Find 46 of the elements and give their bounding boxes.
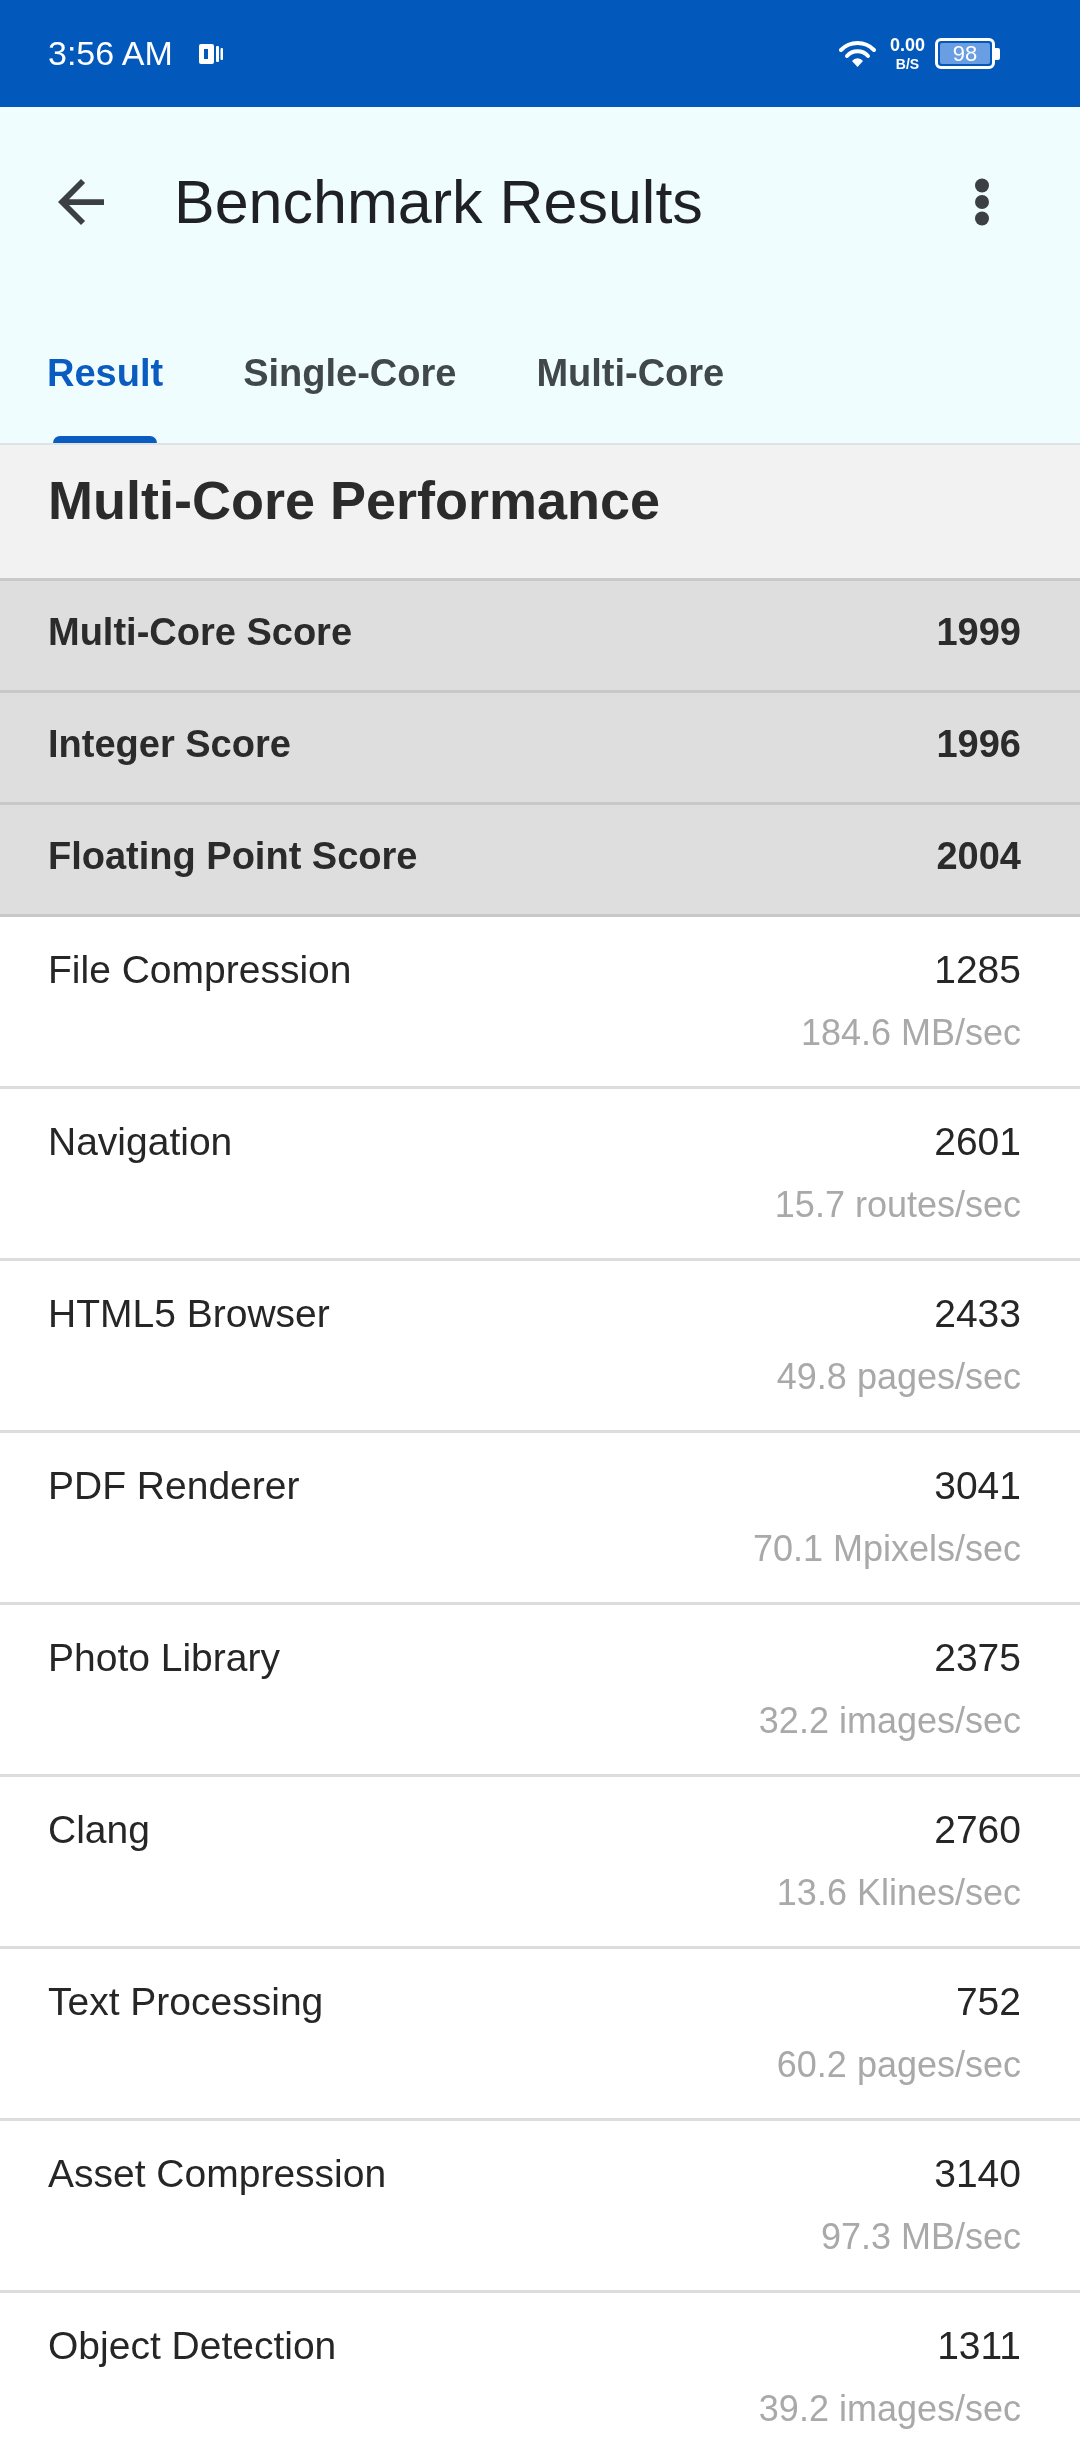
section-title: Multi-Core Performance: [48, 470, 661, 530]
score-value: 1999: [936, 611, 1021, 654]
benchmark-score: 1311: [937, 2323, 1021, 2369]
battery-indicator: 98: [935, 38, 1000, 69]
score-value: 2004: [936, 835, 1021, 878]
wifi-icon: [838, 40, 876, 67]
benchmark-rate: 184.6 MB/sec: [800, 1011, 1021, 1055]
benchmark-name: HTML5 Browser: [48, 1291, 330, 1337]
benchmark-rate: 97.3 MB/sec: [820, 2215, 1021, 2259]
benchmark-rate: 15.7 routes/sec: [774, 1183, 1021, 1227]
benchmark-score: 2601: [934, 1119, 1021, 1165]
benchmark-name: Clang: [48, 1807, 150, 1853]
tab[interactable]: Single-Core: [243, 297, 457, 443]
tab[interactable]: Multi-Core: [536, 297, 725, 443]
benchmark-rate: 60.2 pages/sec: [776, 2043, 1021, 2087]
benchmark-name: File Compression: [48, 947, 352, 993]
more-options-icon[interactable]: [974, 178, 990, 226]
benchmark-name: PDF Renderer: [48, 1463, 300, 1509]
status-time: 3:56 AM: [48, 34, 173, 73]
benchmark-name: Text Processing: [48, 1979, 324, 2025]
benchmark-name: Photo Library: [48, 1635, 280, 1681]
benchmark-rate: 49.8 pages/sec: [776, 1355, 1021, 1399]
score-label: Integer Score: [48, 723, 291, 766]
back-arrow-icon[interactable]: [58, 179, 104, 225]
score-label: Floating Point Score: [48, 835, 418, 878]
benchmark-score: 3041: [934, 1463, 1021, 1509]
benchmark-rate: 13.6 Klines/sec: [776, 1871, 1021, 1915]
screen-title: Benchmark Results: [174, 167, 703, 237]
benchmark-rate: 70.1 Mpixels/sec: [752, 1527, 1021, 1571]
benchmark-name: Object Detection: [48, 2323, 337, 2369]
benchmark-name: Asset Compression: [48, 2151, 387, 2197]
benchmark-name: Navigation: [48, 1119, 233, 1165]
benchmark-score: 2760: [934, 1807, 1021, 1853]
score-label: Multi-Core Score: [48, 611, 353, 654]
benchmark-score: 2433: [934, 1291, 1021, 1337]
benchmark-rate: 32.2 images/sec: [758, 1699, 1021, 1743]
network-speed-unit: B/S: [895, 57, 920, 71]
benchmark-rate: 39.2 images/sec: [758, 2387, 1021, 2431]
benchmark-score: 1285: [934, 947, 1021, 993]
benchmark-score: 2375: [934, 1635, 1021, 1681]
document-icon: [198, 41, 223, 66]
score-value: 1996: [936, 723, 1021, 766]
network-speed-value: 0.00: [889, 36, 925, 54]
benchmark-score: 3140: [934, 2151, 1021, 2197]
benchmark-score: 752: [955, 1979, 1021, 2025]
tab[interactable]: Result: [47, 297, 164, 443]
